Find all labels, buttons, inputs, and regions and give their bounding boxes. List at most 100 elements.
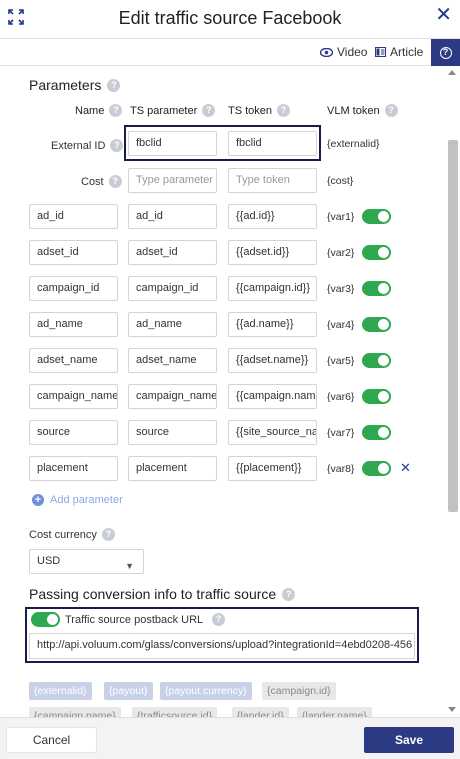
col-ts-param-label: TS parameter — [130, 104, 198, 117]
parameter-name-input[interactable]: source — [29, 420, 118, 445]
col-name-header: Name? — [75, 104, 123, 117]
token-tag[interactable]: {payout} — [104, 682, 153, 700]
help-icon[interactable]: ? — [109, 104, 123, 117]
parameter-ts-param-input[interactable]: adset_name — [128, 348, 217, 373]
parameter-vlm-token: {var6} — [327, 391, 355, 403]
parameter-toggle[interactable] — [362, 317, 391, 332]
cost-currency-select[interactable]: USD ▼ — [29, 549, 144, 574]
parameter-name-input[interactable]: ad_name — [29, 312, 118, 337]
cost-label: Cost? — [81, 175, 122, 188]
cost-text: Cost — [81, 175, 104, 188]
chevron-down-icon: ▼ — [125, 561, 134, 571]
external-id-label: External ID? — [51, 139, 124, 152]
parameter-name-input[interactable]: campaign_id — [29, 276, 118, 301]
external-id-vlm-token: {externalid} — [327, 138, 380, 150]
help-icon[interactable]: ? — [110, 139, 124, 152]
col-vlm-label: VLM token — [327, 104, 380, 117]
token-tag[interactable]: {externalid} — [29, 682, 92, 700]
scrollbar-thumb[interactable] — [448, 140, 458, 512]
parameter-ts-token-input[interactable]: {{ad.id}} — [228, 204, 317, 229]
parameter-ts-token-input[interactable]: {{campaign.id}} — [228, 276, 317, 301]
parameter-toggle[interactable] — [362, 245, 391, 260]
parameter-ts-token-input[interactable]: {{ad.name}} — [228, 312, 317, 337]
parameter-vlm-token: {var4} — [327, 319, 355, 331]
parameter-vlm-token: {var1} — [327, 211, 355, 223]
col-ts-token-header: TS token? — [228, 104, 291, 117]
modal-footer: Cancel Save — [0, 717, 460, 759]
parameter-ts-param-input[interactable]: source — [128, 420, 217, 445]
scroll-up-arrow[interactable] — [448, 70, 456, 75]
article-link[interactable]: Article — [375, 45, 423, 59]
article-icon — [375, 47, 386, 57]
parameter-vlm-token: {var7} — [327, 427, 355, 439]
postback-url-input[interactable]: http://api.voluum.com/glass/conversions/… — [29, 633, 415, 659]
modal-title: Edit traffic source Facebook — [118, 8, 342, 28]
token-tag[interactable]: {trafficsource.id} — [132, 707, 218, 717]
token-tag[interactable]: {payout.currency} — [160, 682, 252, 700]
parameter-ts-token-input[interactable]: {{adset.name}} — [228, 348, 317, 373]
postback-toggle-label: Traffic source postback URL? — [65, 613, 226, 626]
parameter-ts-param-input[interactable]: campaign_name — [128, 384, 217, 409]
parameter-toggle[interactable] — [362, 461, 391, 476]
cost-param-input[interactable]: Type parameter — [128, 168, 217, 193]
help-icon[interactable]: ? — [107, 78, 121, 92]
col-ts-param-header: TS parameter? — [130, 104, 216, 117]
external-id-param-input[interactable]: fbclid — [128, 131, 217, 156]
close-icon[interactable]: ✕ — [435, 5, 452, 25]
parameter-name-input[interactable]: placement — [29, 456, 118, 481]
parameter-ts-param-input[interactable]: adset_id — [128, 240, 217, 265]
parameter-ts-token-input[interactable]: {{adset.id}} — [228, 240, 317, 265]
postback-title: Passing conversion info to traffic sourc… — [29, 586, 277, 602]
help-icon[interactable]: ? — [277, 104, 291, 117]
parameter-name-input[interactable]: campaign_name — [29, 384, 118, 409]
parameter-toggle[interactable] — [362, 425, 391, 440]
modal-header: Edit traffic source Facebook ✕ — [0, 0, 460, 38]
article-label: Article — [390, 45, 424, 59]
delete-parameter-icon[interactable]: ✕ — [400, 460, 411, 476]
question-icon: ? — [439, 46, 452, 59]
parameter-ts-param-input[interactable]: ad_id — [128, 204, 217, 229]
external-id-token-input[interactable]: fbclid — [228, 131, 317, 156]
help-button[interactable]: ? — [431, 39, 460, 66]
plus-icon: + — [32, 494, 44, 506]
token-tag[interactable]: {lander.id} — [232, 707, 289, 717]
parameter-ts-token-input[interactable]: {{campaign.name}} — [228, 384, 317, 409]
parameter-toggle[interactable] — [362, 353, 391, 368]
col-ts-token-label: TS token — [228, 104, 273, 117]
cost-vlm-token: {cost} — [327, 175, 354, 187]
cost-token-input[interactable]: Type token — [228, 168, 317, 193]
parameter-ts-param-input[interactable]: ad_name — [128, 312, 217, 337]
help-icon[interactable]: ? — [212, 613, 226, 626]
parameter-ts-param-input[interactable]: placement — [128, 456, 217, 481]
parameter-name-input[interactable]: ad_id — [29, 204, 118, 229]
add-parameter-button[interactable]: + Add parameter — [32, 494, 123, 506]
parameter-vlm-token: {var5} — [327, 355, 355, 367]
parameters-title: Parameters — [29, 77, 102, 93]
parameter-ts-param-input[interactable]: campaign_id — [128, 276, 217, 301]
token-tag[interactable]: {lander.name} — [297, 707, 372, 717]
cost-currency-label: Cost currency? — [29, 528, 115, 541]
help-icon[interactable]: ? — [282, 587, 296, 601]
parameter-name-input[interactable]: adset_id — [29, 240, 118, 265]
cancel-button[interactable]: Cancel — [6, 727, 97, 753]
help-icon[interactable]: ? — [202, 104, 216, 117]
col-name-label: Name — [75, 104, 105, 117]
help-icon[interactable]: ? — [384, 104, 398, 117]
token-tag[interactable]: {campaign.name} — [29, 707, 121, 717]
scroll-down-arrow[interactable] — [448, 707, 456, 712]
video-link[interactable]: Video — [320, 45, 367, 59]
postback-toggle[interactable] — [31, 612, 60, 627]
parameter-name-input[interactable]: adset_name — [29, 348, 118, 373]
parameter-ts-token-input[interactable]: {{site_source_name}} — [228, 420, 317, 445]
help-icon[interactable]: ? — [108, 175, 122, 188]
token-tag[interactable]: {campaign.id} — [262, 682, 336, 700]
parameter-ts-token-input[interactable]: {{placement}} — [228, 456, 317, 481]
save-button[interactable]: Save — [364, 727, 454, 753]
parameters-section-title: Parameters ? — [29, 77, 121, 93]
parameter-toggle[interactable] — [362, 389, 391, 404]
parameter-toggle[interactable] — [362, 281, 391, 296]
parameter-toggle[interactable] — [362, 209, 391, 224]
postback-toggle-text: Traffic source postback URL — [65, 613, 204, 626]
external-id-text: External ID — [51, 139, 106, 152]
help-icon[interactable]: ? — [101, 528, 115, 541]
